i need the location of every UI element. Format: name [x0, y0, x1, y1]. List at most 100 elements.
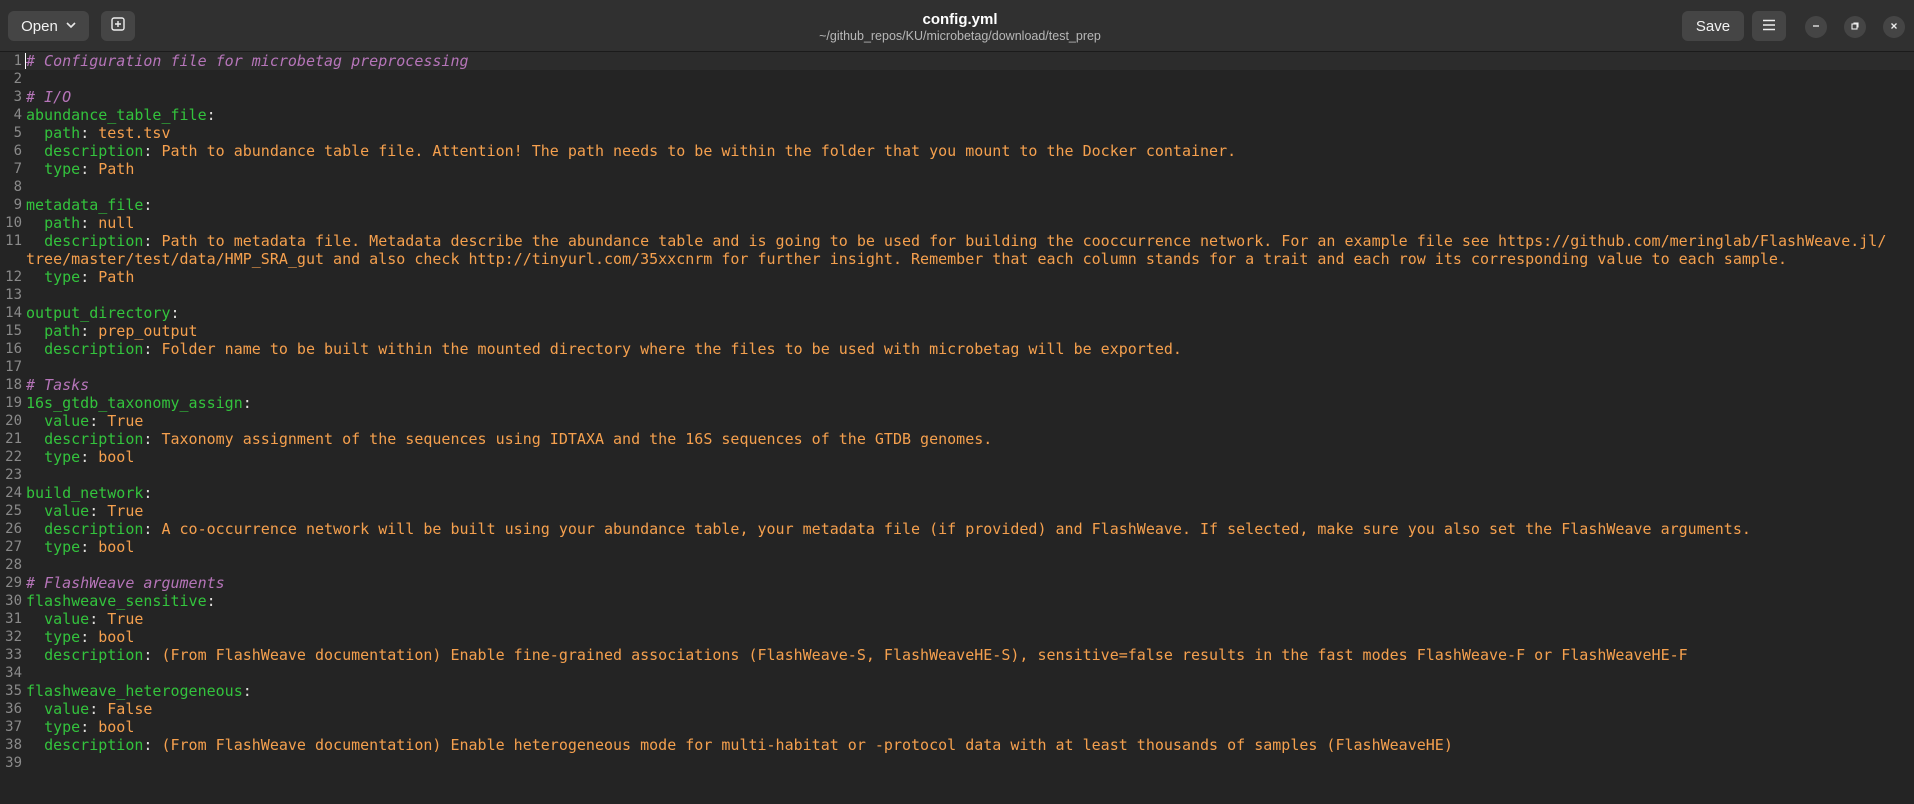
editor-line[interactable]: 29 # FlashWeave arguments [0, 574, 1914, 592]
line-number: 28 [5, 557, 22, 573]
line-content: description: (From FlashWeave documentat… [26, 646, 1688, 664]
editor-line[interactable]: 16 description: Folder name to be built … [0, 340, 1914, 358]
editor-line[interactable]: 28 [0, 556, 1914, 574]
editor-line[interactable]: 17 [0, 358, 1914, 376]
editor-line[interactable]: 37 type: bool [0, 718, 1914, 736]
new-tab-button[interactable] [101, 11, 135, 41]
line-content: description: (From FlashWeave documentat… [26, 736, 1453, 754]
line-number: 32 [5, 629, 22, 645]
editor-line[interactable]: 18 # Tasks [0, 376, 1914, 394]
yaml-key: description [44, 142, 144, 160]
close-button[interactable] [1883, 16, 1905, 38]
text-cursor [25, 53, 26, 69]
line-number: 29 [5, 575, 22, 591]
editor-line[interactable]: 21 description: Taxonomy assignment of t… [0, 430, 1914, 448]
yaml-comment: # Configuration file for microbetag prep… [26, 52, 469, 70]
line-number: 3 [13, 89, 22, 105]
editor-line[interactable]: 35 flashweave_heterogeneous: [0, 682, 1914, 700]
yaml-key: type [44, 268, 81, 286]
editor-line[interactable]: 39 [0, 754, 1914, 772]
editor-line[interactable]: 13 [0, 286, 1914, 304]
yaml-colon: : [170, 304, 180, 322]
yaml-key: description [44, 520, 144, 538]
line-content: abundance_table_file: [26, 106, 216, 124]
editor-line[interactable]: 30 flashweave_sensitive: [0, 592, 1914, 610]
editor-line[interactable]: 31 value: True [0, 610, 1914, 628]
editor-line[interactable]: 7 type: Path [0, 160, 1914, 178]
line-content: value: False [26, 700, 152, 718]
line-number: 7 [13, 161, 22, 177]
editor-line[interactable]: 33 description: (From FlashWeave documen… [0, 646, 1914, 664]
minimize-button[interactable] [1805, 16, 1827, 38]
editor-line[interactable]: 23 [0, 466, 1914, 484]
line-number: 30 [5, 593, 22, 609]
yaml-value: bool [98, 718, 135, 736]
yaml-colon: : [143, 196, 153, 214]
document-path: ~/github_repos/KU/microbetag/download/te… [819, 29, 1101, 43]
main-menu-button[interactable] [1752, 11, 1786, 41]
editor-line[interactable]: 2 [0, 70, 1914, 88]
editor-line[interactable]: 3 # I/O [0, 88, 1914, 106]
window-title-area: config.yml ~/github_repos/KU/microbetag/… [700, 11, 1220, 44]
yaml-value: Path [98, 160, 135, 178]
line-number: 22 [5, 449, 22, 465]
line-content: path: null [26, 214, 134, 232]
chevron-down-icon [66, 21, 76, 32]
yaml-colon: : [80, 322, 90, 340]
line-content: type: bool [26, 448, 134, 466]
line-number: 31 [5, 611, 22, 627]
yaml-key: output_directory [26, 304, 171, 322]
yaml-key: description [44, 646, 144, 664]
open-button[interactable]: Open [8, 11, 89, 41]
editor-line[interactable]: 5 path: test.tsv [0, 124, 1914, 142]
line-number: 18 [5, 377, 22, 393]
line-content: tree/master/test/data/HMP_SRA_gut and al… [26, 250, 1787, 268]
editor-line[interactable]: 19 16s_gtdb_taxonomy_assign: [0, 394, 1914, 412]
editor-line[interactable]: 27 type: bool [0, 538, 1914, 556]
editor-line[interactable]: 24 build_network: [0, 484, 1914, 502]
text-editor[interactable]: 1 # Configuration file for microbetag pre… [0, 52, 1914, 804]
editor-line[interactable]: 15 path: prep_output [0, 322, 1914, 340]
editor-line[interactable]: 25 value: True [0, 502, 1914, 520]
editor-line[interactable]: 36 value: False [0, 700, 1914, 718]
line-number: 13 [5, 287, 22, 303]
line-content: description: Path to abundance table fil… [26, 142, 1236, 160]
yaml-comment: # I/O [26, 88, 72, 106]
editor-line[interactable]: 38 description: (From FlashWeave documen… [0, 736, 1914, 754]
yaml-value: (From FlashWeave documentation) Enable f… [161, 646, 1688, 664]
yaml-value: A co-occurrence network will be built us… [161, 520, 1751, 538]
editor-line[interactable]: 8 [0, 178, 1914, 196]
editor-line[interactable]: 10 path: null [0, 214, 1914, 232]
editor-line[interactable]: 14 output_directory: [0, 304, 1914, 322]
editor-line[interactable]: 4 abundance_table_file: [0, 106, 1914, 124]
yaml-colon: : [80, 160, 90, 178]
line-number: 17 [5, 359, 22, 375]
editor-line[interactable]: 6 description: Path to abundance table f… [0, 142, 1914, 160]
yaml-colon: : [206, 106, 216, 124]
yaml-key: description [44, 430, 144, 448]
editor-line[interactable]: 9 metadata_file: [0, 196, 1914, 214]
editor-line[interactable]: 11 description: Path to metadata file. M… [0, 232, 1914, 250]
editor-line[interactable]: 22 type: bool [0, 448, 1914, 466]
editor-line[interactable]: 20 value: True [0, 412, 1914, 430]
line-number: 19 [5, 395, 22, 411]
save-button[interactable]: Save [1682, 11, 1744, 41]
line-content: path: test.tsv [26, 124, 170, 142]
line-content: flashweave_sensitive: [26, 592, 216, 610]
line-content: type: Path [26, 268, 134, 286]
line-content: build_network: [26, 484, 152, 502]
line-number: 35 [5, 683, 22, 699]
editor-line[interactable]: 32 type: bool [0, 628, 1914, 646]
line-number: 20 [5, 413, 22, 429]
editor-line[interactable]: 26 description: A co-occurrence network … [0, 520, 1914, 538]
yaml-colon: : [89, 502, 99, 520]
yaml-key: abundance_table_file [26, 106, 207, 124]
maximize-button[interactable] [1844, 16, 1866, 38]
yaml-key: value [44, 610, 90, 628]
line-content: type: bool [26, 718, 134, 736]
editor-line[interactable]: 1 # Configuration file for microbetag pre… [0, 52, 1914, 70]
editor-line[interactable]: 34 [0, 664, 1914, 682]
editor-line[interactable]: 12 type: Path [0, 268, 1914, 286]
yaml-value: null [98, 214, 135, 232]
editor-line[interactable]: tree/master/test/data/HMP_SRA_gut and al… [0, 250, 1914, 268]
